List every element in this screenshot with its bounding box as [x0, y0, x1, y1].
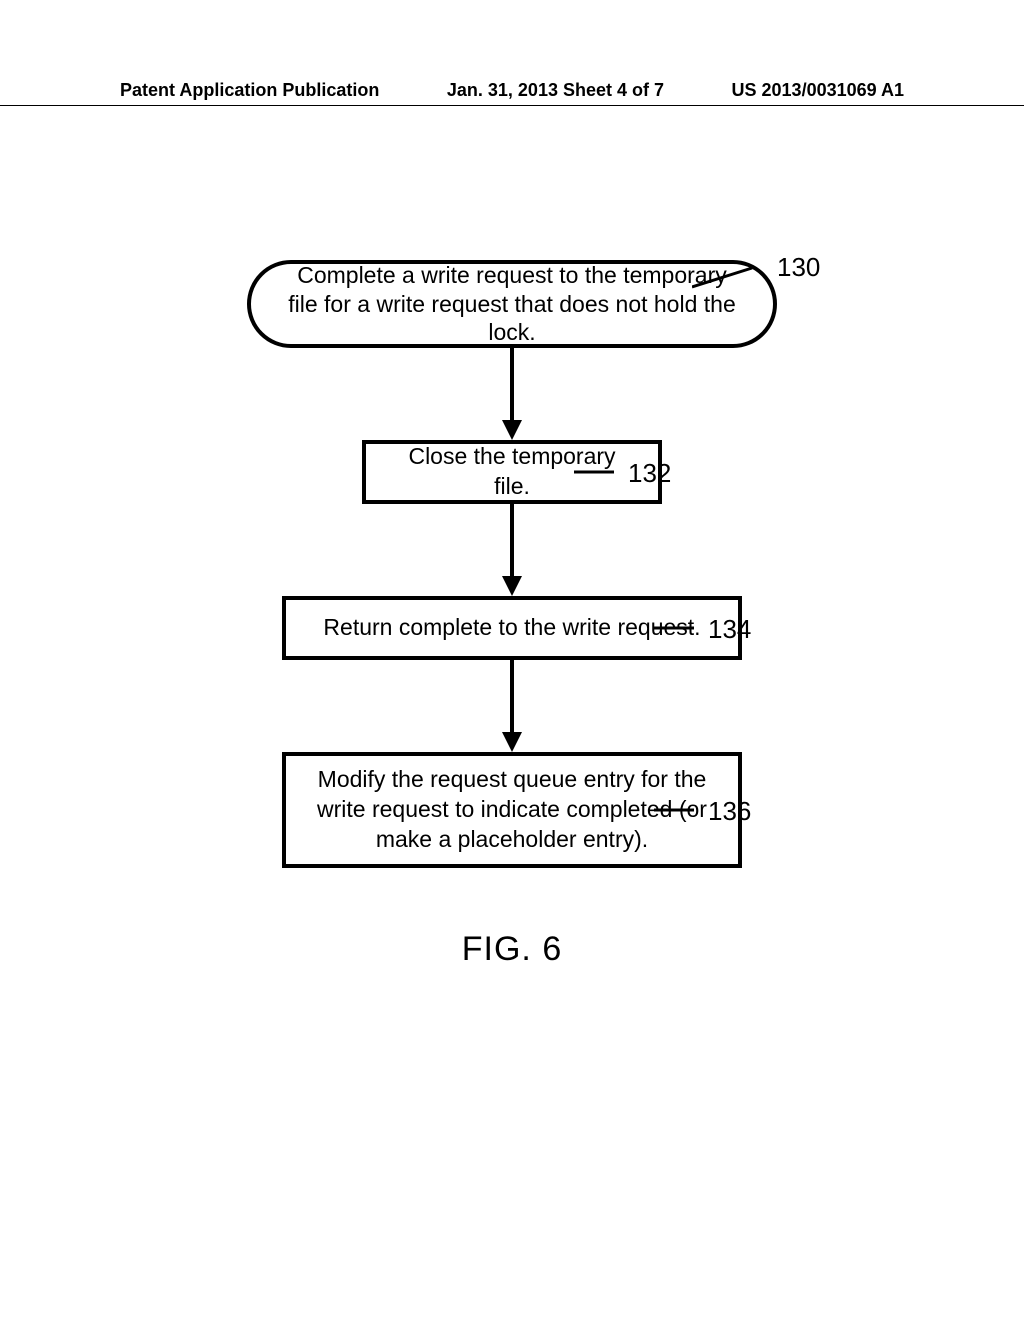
- arrow-down-icon: [497, 348, 527, 440]
- node-label: 130: [777, 252, 820, 283]
- figure-title: FIG. 6: [0, 930, 1024, 969]
- header-right-text: US 2013/0031069 A1: [732, 80, 904, 101]
- flow-node-132: Close the temporary file. 132: [0, 440, 1024, 504]
- node-text: Complete a write request to the temporar…: [281, 261, 743, 347]
- header-divider: [0, 105, 1024, 106]
- page-header: Patent Application Publication Jan. 31, …: [0, 80, 1024, 101]
- flowchart: Complete a write request to the temporar…: [0, 260, 1024, 868]
- node-label: 132: [628, 458, 671, 489]
- leader-line: [692, 262, 772, 292]
- leader-line: [654, 624, 694, 632]
- node-label: 136: [708, 796, 751, 827]
- flow-node-130: Complete a write request to the temporar…: [0, 260, 1024, 348]
- flow-node-136: Modify the request queue entry for the w…: [0, 752, 1024, 868]
- node-label: 134: [708, 614, 751, 645]
- header-center-text: Jan. 31, 2013 Sheet 4 of 7: [447, 80, 664, 101]
- process-box: Close the temporary file.: [362, 440, 662, 504]
- node-text: Return complete to the write request.: [323, 613, 700, 643]
- arrow-down-icon: [497, 660, 527, 752]
- header-left-text: Patent Application Publication: [120, 80, 379, 101]
- flow-node-134: Return complete to the write request. 13…: [0, 596, 1024, 660]
- leader-line: [574, 468, 614, 476]
- flow-arrow: [0, 660, 1024, 752]
- flow-arrow: [0, 348, 1024, 440]
- leader-line: [654, 806, 694, 814]
- flow-arrow: [0, 504, 1024, 596]
- arrow-down-icon: [497, 504, 527, 596]
